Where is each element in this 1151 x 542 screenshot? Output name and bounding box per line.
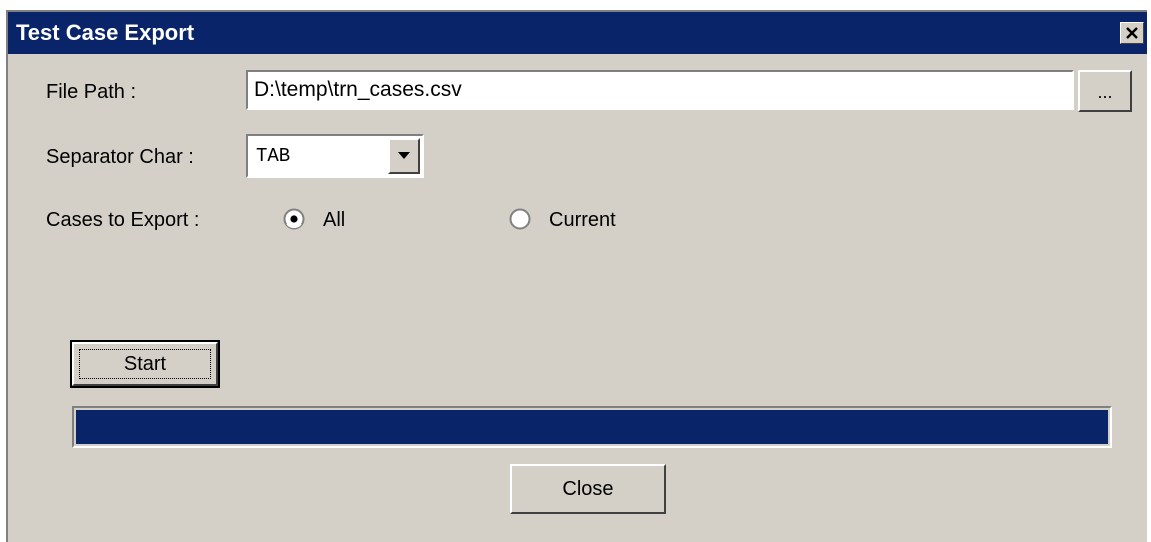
radio-selected-icon <box>283 208 305 230</box>
progress-bar <box>72 406 1112 448</box>
start-button[interactable]: Start <box>70 340 220 388</box>
export-dialog: Test Case Export File Path : D:\temp\trn… <box>6 10 1147 542</box>
browse-button[interactable]: ... <box>1078 70 1132 112</box>
chevron-down-icon[interactable] <box>388 138 420 174</box>
radio-current-label[interactable]: Current <box>549 208 616 232</box>
radio-current[interactable] <box>509 208 531 230</box>
close-icon[interactable] <box>1120 22 1144 44</box>
dialog-title: Test Case Export <box>16 20 195 45</box>
radio-all[interactable] <box>283 208 305 230</box>
separator-label: Separator Char : <box>46 146 194 168</box>
dropdown-arrow-glyph <box>398 152 410 159</box>
progress-fill <box>76 410 1108 444</box>
separator-selected-value: TAB <box>256 145 291 167</box>
radio-all-label[interactable]: All <box>323 208 345 232</box>
close-button[interactable]: Close <box>510 464 666 514</box>
cases-label: Cases to Export : <box>46 209 200 231</box>
close-button-label: Close <box>562 478 614 500</box>
separator-select[interactable]: TAB <box>246 134 424 178</box>
focus-indicator <box>79 349 211 379</box>
file-path-input[interactable]: D:\temp\trn_cases.csv <box>246 70 1074 110</box>
title-bar: Test Case Export <box>8 12 1147 54</box>
radio-unselected-icon <box>509 208 531 230</box>
close-icon-glyph <box>1126 27 1138 39</box>
file-path-label: File Path : <box>46 81 137 103</box>
